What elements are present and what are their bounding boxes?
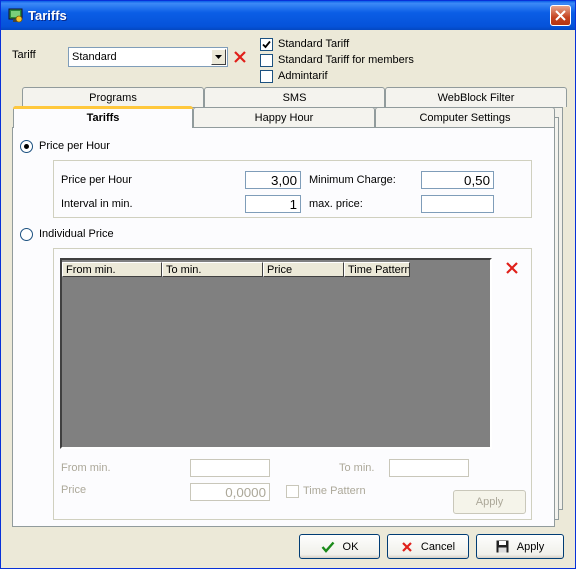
ok-button[interactable]: OK [299, 534, 380, 559]
delete-tariff-button[interactable] [230, 47, 250, 67]
tariff-select-value: Standard [72, 51, 117, 63]
price-per-hour-group: Price per Hour Minimum Charge: Interval … [53, 160, 532, 218]
column-header-time-pattern[interactable]: Time Pattern [344, 262, 410, 277]
column-header-price[interactable]: Price [263, 262, 344, 277]
price-per-hour-radio-label: Price per Hour [39, 140, 110, 152]
close-icon [555, 10, 566, 21]
window-title: Tariffs [28, 8, 67, 23]
tariff-label: Tariff [12, 49, 36, 61]
price-per-hour-radio[interactable] [20, 140, 33, 153]
individual-apply-label: Apply [475, 496, 504, 508]
apply-button[interactable]: Apply [476, 534, 564, 559]
price-per-hour-input[interactable] [245, 171, 301, 189]
standard-tariff-checkbox[interactable] [260, 38, 273, 51]
ok-label: OK [342, 540, 359, 553]
from-min-label: From min. [61, 462, 111, 474]
column-header-from-min-label: From min. [66, 264, 116, 276]
tab-programs-label: Programs [89, 91, 137, 104]
minimum-charge-label: Minimum Charge: [309, 174, 396, 186]
tab-tariffs[interactable]: Tariffs [13, 106, 193, 128]
cancel-label: Cancel [420, 540, 456, 553]
max-price-input[interactable] [421, 195, 494, 213]
individual-price-radio[interactable] [20, 228, 33, 241]
tariff-select[interactable]: Standard [68, 47, 228, 67]
delete-price-row-button[interactable] [502, 258, 522, 278]
time-pattern-label: Time Pattern [303, 485, 366, 497]
tab-webblock-filter[interactable]: WebBlock Filter [385, 87, 567, 107]
column-header-from-min[interactable]: From min. [62, 262, 162, 277]
from-min-input[interactable] [190, 459, 270, 477]
save-disk-icon [496, 540, 509, 553]
to-min-input[interactable] [389, 459, 469, 477]
tab-sms[interactable]: SMS [204, 87, 385, 107]
standard-tariff-label: Standard Tariff [278, 38, 350, 50]
delete-x-icon [506, 262, 518, 274]
tab-sms-label: SMS [282, 91, 307, 104]
price-per-hour-field-label: Price per Hour [61, 174, 132, 186]
to-min-label: To min. [339, 462, 375, 474]
checkmark-icon [321, 541, 334, 553]
interval-label: Interval in min. [61, 198, 133, 210]
individual-apply-button[interactable]: Apply [453, 490, 526, 514]
column-header-price-label: Price [267, 264, 293, 276]
tab-computer-settings[interactable]: Computer Settings [375, 107, 555, 127]
time-pattern-checkbox[interactable] [286, 485, 299, 498]
price-grid[interactable]: From min. To min. Price Time Pattern [60, 258, 492, 449]
cancel-button[interactable]: Cancel [387, 534, 469, 559]
tab-happy-hour-label: Happy Hour [254, 111, 314, 124]
price-input[interactable] [190, 483, 270, 501]
individual-price-radio-label: Individual Price [39, 228, 114, 240]
tariff-select-dropdown-button[interactable] [211, 49, 226, 65]
chevron-down-icon [215, 55, 222, 59]
max-price-label: max. price: [309, 198, 363, 210]
minimum-charge-input[interactable] [421, 171, 494, 189]
admintarif-checkbox[interactable] [260, 70, 273, 83]
title-bar[interactable]: Tariffs [1, 1, 575, 30]
tab-programs[interactable]: Programs [22, 87, 204, 107]
tab-happy-hour[interactable]: Happy Hour [193, 107, 375, 127]
cancel-x-icon [402, 541, 412, 552]
column-header-time-pattern-label: Time Pattern [348, 264, 410, 276]
interval-input[interactable] [245, 195, 301, 213]
standard-tariff-members-label: Standard Tariff for members [278, 54, 414, 66]
delete-x-icon [234, 51, 246, 63]
tab-webblock-filter-label: WebBlock Filter [437, 91, 515, 104]
column-header-to-min-label: To min. [166, 264, 202, 276]
tab-computer-settings-label: Computer Settings [419, 111, 511, 124]
standard-tariff-members-checkbox[interactable] [260, 54, 273, 67]
price-label: Price [61, 484, 87, 496]
tariffs-window: Tariffs Tariff Standard Standard Tariff … [0, 0, 576, 569]
close-button[interactable] [550, 5, 571, 26]
admintarif-label: Admintarif [278, 70, 328, 82]
app-icon [8, 8, 23, 23]
apply-label: Apply [516, 540, 545, 553]
tab-tariffs-label: Tariffs [86, 111, 120, 124]
radio-selected-dot [24, 144, 29, 149]
checkmark-icon [262, 40, 271, 49]
column-header-to-min[interactable]: To min. [162, 262, 263, 277]
